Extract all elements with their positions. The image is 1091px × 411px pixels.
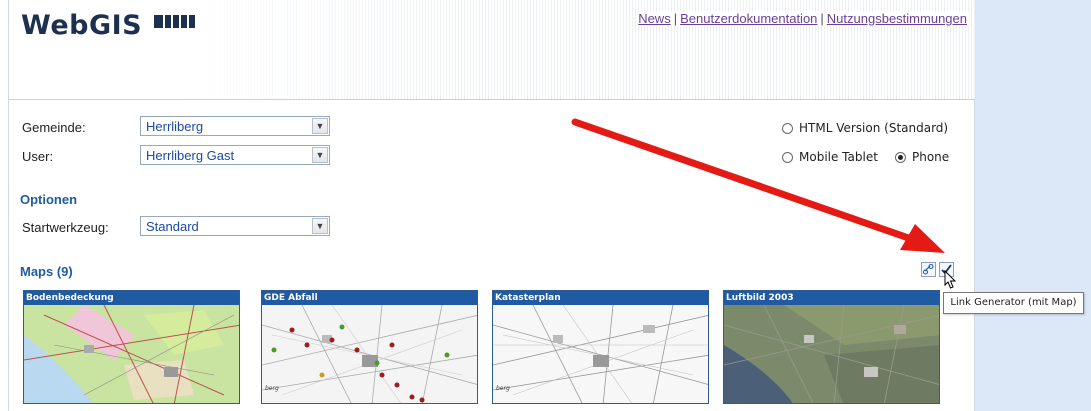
options-title: Optionen [20, 192, 78, 207]
link-separator: | [673, 11, 678, 26]
tooltip: Link Generator (mit Map) [943, 292, 1084, 314]
startwerkzeug-value: Standard [146, 219, 199, 234]
nutzungsbestimmungen-link[interactable]: Nutzungsbestimmungen [827, 11, 967, 26]
cursor-icon [944, 270, 957, 289]
map-card-title: Bodenbedeckung [24, 291, 239, 305]
thumb-place-label: berg [265, 385, 279, 392]
red-annotation-arrow [571, 118, 945, 253]
logo: WebGIS [21, 10, 142, 41]
gemeinde-value: Herrliberg [146, 119, 204, 134]
dropdown-arrow-icon[interactable]: ▼ [312, 218, 328, 234]
map-thumbnail [24, 305, 239, 403]
logo-text: WebGIS [21, 10, 143, 41]
top-links: News | Benutzerdokumentation | Nutzungsbesti… [636, 11, 969, 26]
dropdown-arrow-icon[interactable]: ▼ [312, 147, 328, 163]
map-card-title: GDE Abfall [262, 291, 477, 305]
map-card-luftbild-2003[interactable]: Luftbild 2003 [723, 290, 940, 404]
map-card-title: Luftbild 2003 [724, 291, 939, 305]
maps-title: Maps (9) [20, 264, 73, 279]
benutzerdokumentation-link[interactable]: Benutzerdokumentation [680, 11, 817, 26]
right-side-panel [975, 0, 1091, 411]
dropdown-arrow-icon[interactable]: ▼ [312, 118, 328, 134]
map-card-katasterplan[interactable]: Katasterplan berg [492, 290, 709, 404]
news-link[interactable]: News [638, 11, 671, 26]
gemeinde-label: Gemeinde: [22, 120, 86, 135]
user-value: Herrliberg Gast [146, 148, 235, 163]
user-select[interactable]: Herrliberg Gast ▼ [140, 145, 330, 165]
startwerkzeug-select[interactable]: Standard ▼ [140, 216, 330, 236]
user-label: User: [22, 149, 54, 164]
map-thumbnail [724, 305, 939, 403]
logo-bars-icon [154, 15, 195, 28]
header: WebGIS News | Benutzerdokumentation | Nutzun… [9, 0, 975, 100]
map-card-bodenbedeckung[interactable]: Bodenbedeckung [23, 290, 240, 404]
link-separator: | [820, 11, 824, 26]
map-card-title: Katasterplan [493, 291, 708, 305]
map-card-gde-abfall[interactable]: GDE Abfall berg [261, 290, 478, 404]
thumb-place-label: berg [496, 385, 510, 392]
map-thumbnail: berg [493, 305, 708, 403]
map-thumbnail: berg [262, 305, 477, 403]
startwerkzeug-label: Startwerkzeug: [22, 220, 109, 235]
gemeinde-select[interactable]: Herrliberg ▼ [140, 116, 330, 136]
